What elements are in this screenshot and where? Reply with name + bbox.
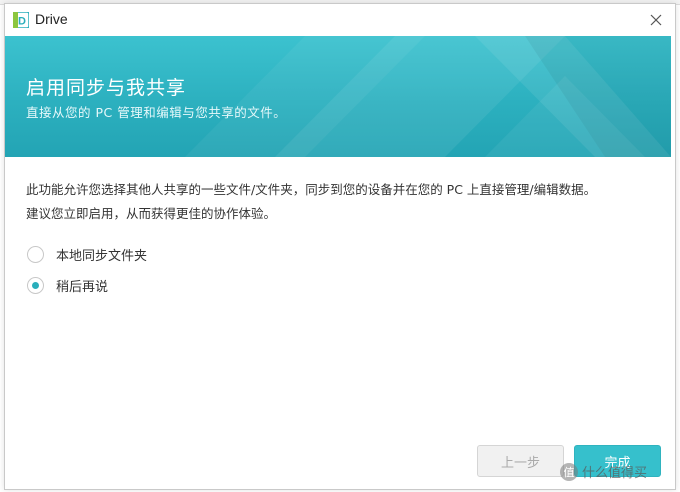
close-button[interactable] bbox=[643, 7, 669, 33]
watermark-text: 什么值得买 bbox=[582, 466, 648, 481]
title-bar: D Drive bbox=[5, 4, 675, 36]
option-label: 稍后再说 bbox=[56, 279, 109, 295]
banner-subtitle: 直接从您的 PC 管理和编辑与您共享的文件。 bbox=[26, 105, 287, 120]
header-banner: 启用同步与我共享 直接从您的 PC 管理和编辑与您共享的文件。 bbox=[5, 36, 671, 157]
description-line-2: 建议您立即启用，从而获得更佳的协作体验。 bbox=[26, 206, 277, 221]
radio-later[interactable] bbox=[27, 276, 44, 294]
feature-description: 此功能允许您选择其他人共享的一些文件/文件夹，同步到您的设备并在您的 PC 上直… bbox=[26, 178, 656, 226]
drive-logo-icon: D bbox=[12, 11, 30, 29]
option-local-sync-folder[interactable]: 本地同步文件夹 bbox=[27, 243, 147, 265]
option-label: 本地同步文件夹 bbox=[56, 248, 148, 264]
app-title: Drive bbox=[35, 11, 68, 27]
watermark: 值 什么值得买 bbox=[560, 462, 647, 481]
previous-button[interactable]: 上一步 bbox=[477, 445, 564, 477]
radio-local-sync-folder[interactable] bbox=[27, 245, 44, 263]
setup-dialog: D Drive 启用同步与我共享 直接从您的 PC 管理和编辑与您共享的文件。 … bbox=[4, 3, 676, 490]
watermark-badge: 值 bbox=[560, 462, 578, 481]
svg-text:D: D bbox=[18, 16, 26, 28]
option-later[interactable]: 稍后再说 bbox=[27, 274, 108, 296]
banner-title: 启用同步与我共享 bbox=[26, 77, 187, 99]
close-icon bbox=[650, 14, 662, 26]
description-line-1: 此功能允许您选择其他人共享的一些文件/文件夹，同步到您的设备并在您的 PC 上直… bbox=[26, 182, 597, 197]
